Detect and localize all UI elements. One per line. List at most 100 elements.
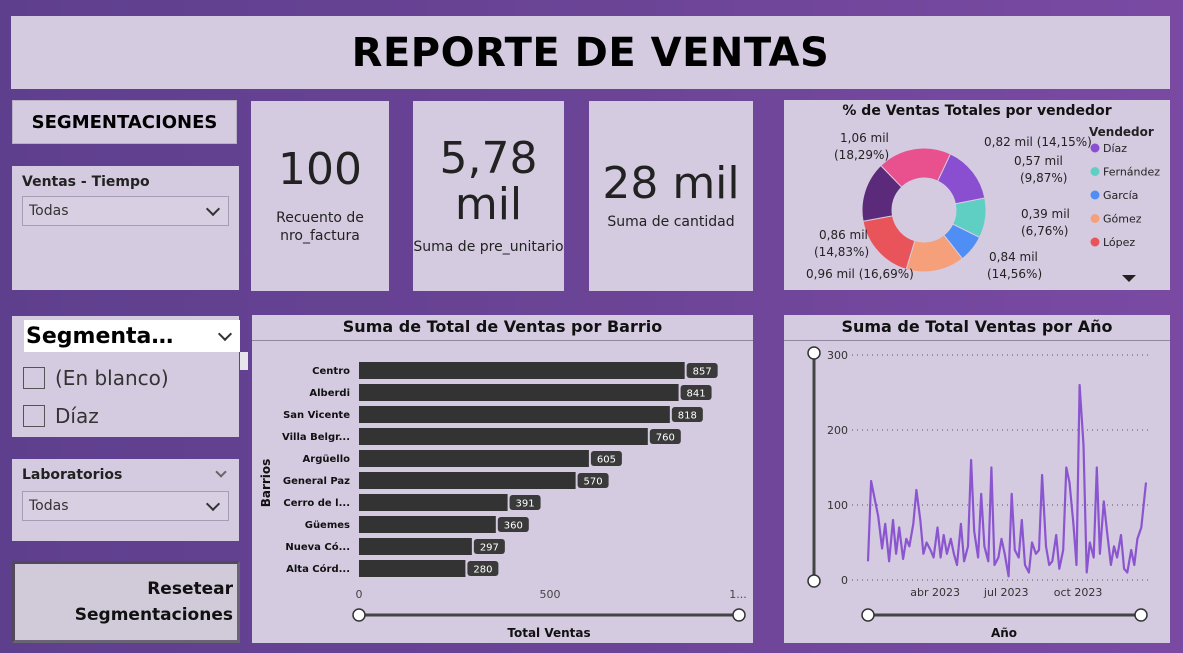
slicer-vendedor-title: Segmenta… — [26, 323, 174, 349]
legend-item-label[interactable]: García — [1103, 189, 1138, 202]
donut-slices — [861, 147, 987, 273]
donut-chart-title: % de Ventas Totales por vendedor — [842, 103, 1112, 119]
slicer-ventas-tiempo: Ventas - Tiempo Todas — [12, 166, 239, 290]
bar[interactable] — [359, 472, 576, 489]
kpi-recuento-value: 100 — [278, 143, 362, 195]
donut-label-fernandez-1: 0,57 mil — [1014, 154, 1063, 168]
y-tick-label: 300 — [827, 349, 848, 362]
bar-value-label: 360 — [504, 521, 523, 532]
slicer-option-en-blanco[interactable]: (En blanco) — [23, 366, 169, 390]
bar-category-label: Nueva Có... — [285, 541, 350, 553]
line-hscroll-handle-right[interactable] — [1134, 608, 1148, 622]
bar-value-label: 605 — [597, 455, 616, 466]
legend-swatch — [1090, 214, 1100, 223]
bar-xtick-0: 0 — [356, 588, 363, 601]
report-title: REPORTE DE VENTAS — [11, 16, 1170, 89]
bar[interactable] — [359, 428, 648, 445]
donut-label-gomez-1: 0,84 mil — [989, 250, 1038, 264]
bar-category-label: Cerro de l... — [283, 498, 350, 509]
bar[interactable] — [359, 494, 508, 511]
donut-slice[interactable] — [862, 215, 916, 271]
slicer-laboratorios-label: Laboratorios — [22, 467, 123, 483]
kpi-recuento-label-line2: nro_factura — [280, 228, 360, 245]
slicer-option-diaz[interactable]: Díaz — [23, 404, 169, 428]
bar[interactable] — [359, 450, 589, 467]
chevron-down-icon — [217, 326, 233, 341]
kpi-cantidad-value: 28 mil — [602, 157, 740, 209]
bar-category-label: Güemes — [305, 520, 350, 531]
bar[interactable] — [359, 560, 466, 577]
chevron-down-icon — [205, 496, 221, 511]
kpi-recuento-label-line1: Recuento de — [276, 209, 364, 226]
bar-category-label: General Paz — [283, 476, 350, 487]
slicer-vendedor-header[interactable]: Segmenta… — [24, 320, 240, 352]
slicer-vendedor-scrollbar[interactable] — [240, 352, 248, 370]
segmentaciones-title: SEGMENTACIONES — [12, 100, 237, 144]
reset-button-line1: Resetear — [147, 578, 233, 599]
checkbox-diaz[interactable] — [23, 405, 45, 427]
bar-category-label: Alta Córd... — [286, 563, 350, 575]
bar-scroll-handle-left[interactable] — [352, 608, 366, 622]
slicer-tiempo-dropdown[interactable]: Todas — [22, 196, 229, 226]
donut-label-garcia-1: 0,39 mil — [1021, 207, 1070, 221]
bar-chart-ylabel: Barrios — [259, 459, 273, 508]
legend-item-label[interactable]: López — [1103, 236, 1135, 249]
checkbox-en-blanco[interactable] — [23, 367, 45, 389]
legend-swatch — [1090, 167, 1100, 176]
donut-label-gomez-2: (14,56%) — [987, 267, 1042, 281]
bar-value-label: 297 — [480, 543, 499, 554]
legend-item-label[interactable]: Gómez — [1103, 213, 1142, 226]
bar-chart-xlabel: Total Ventas — [507, 626, 590, 640]
bar-category-label: San Vicente — [283, 410, 350, 421]
slicer-vendedor: Segmenta… (En blanco) Díaz — [12, 316, 248, 437]
slicer-vendedor-list: (En blanco) Díaz — [23, 358, 169, 428]
reset-segmentaciones-button[interactable]: Resetear Segmentaciones — [12, 561, 240, 643]
line-chart-panel: Suma de Total Ventas por Año Año 0 100 200… — [784, 315, 1170, 643]
bar[interactable] — [359, 538, 472, 555]
donut-label-lopez: 0,96 mil (16,69%) — [806, 267, 914, 281]
option-label-en-blanco: (En blanco) — [55, 366, 169, 390]
donut-chart: 0,82 mil (14,15%) 0,57 mil (9,87%) 0,39 … — [806, 125, 1160, 282]
bar-value-label: 818 — [678, 411, 697, 422]
bar-value-label: 280 — [473, 565, 492, 576]
chevron-down-icon[interactable] — [215, 465, 227, 478]
kpi-pre-unitario-value-line2: mil — [454, 178, 523, 230]
kpi-cantidad-label: Suma de cantidad — [607, 214, 735, 230]
kpi-suma-cantidad: 28 mil Suma de cantidad — [589, 101, 753, 291]
legend-more-icon[interactable] — [1122, 275, 1136, 282]
line-marks — [866, 383, 1148, 578]
legend-item-label[interactable]: Fernández — [1103, 166, 1160, 179]
slicer-laboratorios: Laboratorios Todas — [12, 459, 239, 541]
donut-label-fernandez-2: (9,87%) — [1020, 171, 1067, 185]
chevron-down-icon — [205, 201, 221, 216]
option-label-diaz: Díaz — [55, 404, 99, 428]
line-vscroll-handle-top[interactable] — [807, 346, 821, 360]
bar-scroll-handle-right[interactable] — [732, 608, 746, 622]
donut-label-slice6-1: 0,86 mil — [819, 228, 868, 242]
line-series[interactable] — [866, 383, 1148, 578]
bar-marks: Centro 857 Alberdi 841 San Vicente 818 Villa B… — [282, 362, 718, 577]
bar-category-label: Centro — [312, 366, 350, 377]
kpi-recuento-label: Recuento de nro_factura — [276, 209, 364, 245]
bar-category-label: Alberdi — [309, 388, 350, 399]
donut-label-garcia-2: (6,76%) — [1021, 224, 1068, 238]
bar[interactable] — [359, 516, 496, 533]
donut-legend-title: Vendedor — [1089, 125, 1154, 139]
bar[interactable] — [359, 362, 685, 379]
donut-label-diaz: 0,82 mil (14,15%) — [984, 135, 1092, 149]
line-chart: Año 0 100 200 300 abr 2023 jul 2023 oct 2023 — [807, 346, 1149, 640]
line-vscroll-handle-bottom[interactable] — [807, 574, 821, 588]
x-tick-label: jul 2023 — [983, 586, 1029, 599]
line-hscroll-handle-left[interactable] — [861, 608, 875, 622]
bar[interactable] — [359, 384, 679, 401]
slicer-laboratorios-dropdown[interactable]: Todas — [22, 491, 229, 521]
donut-label-slice7-2: (18,29%) — [834, 148, 889, 162]
donut-legend: Díaz Fernández García Gómez López — [1090, 142, 1160, 249]
donut-chart-panel: % de Ventas Totales por vendedor 0,82 mi… — [784, 100, 1170, 290]
legend-item-label[interactable]: Díaz — [1103, 142, 1127, 155]
bar-value-label: 570 — [584, 477, 603, 488]
kpi-pre-unitario-label: Suma de pre_unitario — [413, 239, 564, 256]
x-tick-label: abr 2023 — [910, 586, 960, 599]
line-chart-xlabel: Año — [991, 626, 1017, 640]
bar[interactable] — [359, 406, 670, 423]
